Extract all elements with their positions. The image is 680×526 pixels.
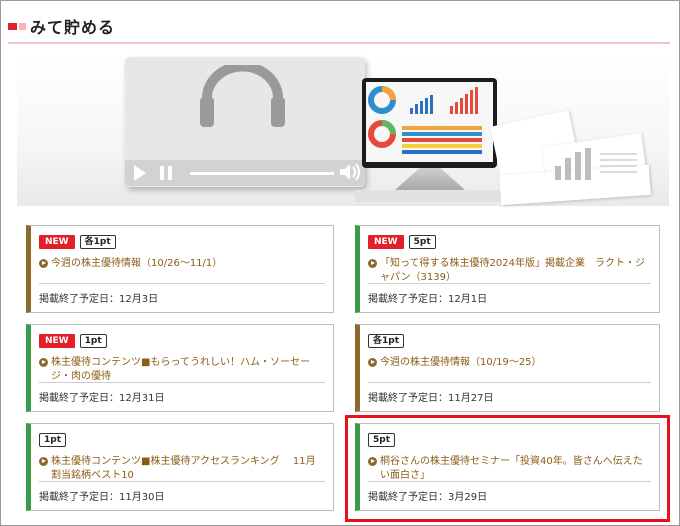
- points-badge: 5pt: [408, 235, 436, 249]
- arrow-right-circle-icon: [39, 358, 48, 367]
- arrow-right-circle-icon: [368, 358, 377, 367]
- card-title-text[interactable]: 株主優待コンテンツ■もらってうれしい！ハム・ソーセージ・肉の優待: [51, 357, 310, 382]
- pause-icon: [160, 166, 172, 180]
- section-header: みて貯める: [0, 0, 680, 50]
- card-title-link[interactable]: 「知って得する株主優待2024年版」掲載企業 ラクト・ジャパン（3139）: [368, 257, 649, 285]
- points-badge: 1pt: [79, 334, 107, 348]
- card-badges: 1pt: [39, 433, 67, 447]
- arrow-right-circle-icon: [39, 259, 48, 268]
- arrow-right-circle-icon: [39, 457, 48, 466]
- seek-bar: [190, 172, 334, 175]
- arrow-right-circle-icon: [368, 259, 377, 268]
- points-badge: 各1pt: [368, 334, 405, 348]
- content-card[interactable]: 各1pt 今週の株主優待情報（10/19～25） 掲載終了予定日：11月27日: [355, 324, 660, 412]
- card-title-link[interactable]: 今週の株主優待情報（10/19～25）: [368, 356, 649, 370]
- content-card[interactable]: NEW 1pt 株主優待コンテンツ■もらってうれしい！ハム・ソーセージ・肉の優待…: [26, 324, 334, 412]
- card-badges: NEW 5pt: [368, 235, 436, 249]
- highlight-box: [345, 415, 670, 522]
- card-title-link[interactable]: 株主優待コンテンツ■もらってうれしい！ハム・ソーセージ・肉の優待: [39, 356, 323, 384]
- card-title-text[interactable]: 今週の株主優待情報（10/19～25）: [380, 357, 542, 368]
- paper-chart-graphic: [555, 148, 637, 180]
- card-divider: [39, 481, 325, 482]
- card-divider: [39, 283, 325, 284]
- card-title-text[interactable]: 株主優待コンテンツ■株主優待アクセスランキング 11月割当銘柄ベスト10: [51, 456, 316, 481]
- section-header-mark: [8, 23, 26, 30]
- new-badge: NEW: [39, 334, 75, 348]
- card-divider: [39, 382, 325, 383]
- new-badge: NEW: [39, 235, 75, 249]
- card-deadline: 掲載終了予定日：11月27日: [368, 393, 494, 404]
- card-title-link[interactable]: 株主優待コンテンツ■株主優待アクセスランキング 11月割当銘柄ベスト10: [39, 455, 323, 483]
- new-badge: NEW: [368, 235, 404, 249]
- card-badges: NEW 1pt: [39, 334, 107, 348]
- card-deadline: 掲載終了予定日：12月3日: [39, 294, 159, 305]
- play-icon: [134, 165, 146, 181]
- card-deadline: 掲載終了予定日：12月31日: [39, 393, 165, 404]
- keyboard-illustration: [355, 190, 500, 202]
- card-divider: [368, 382, 651, 383]
- header-divider: [8, 42, 670, 44]
- volume-icon: [340, 163, 360, 181]
- card-deadline: 掲載終了予定日：11月30日: [39, 492, 165, 503]
- card-divider: [368, 283, 651, 284]
- card-title-text[interactable]: 今週の株主優待情報（10/26～11/1）: [51, 258, 222, 269]
- content-card[interactable]: 1pt 株主優待コンテンツ■株主優待アクセスランキング 11月割当銘柄ベスト10…: [26, 423, 334, 511]
- content-card[interactable]: NEW 各1pt 今週の株主優待情報（10/26～11/1） 掲載終了予定日：1…: [26, 225, 334, 313]
- section-title: みて貯める: [30, 18, 116, 37]
- points-badge: 1pt: [39, 433, 67, 447]
- content-card[interactable]: NEW 5pt 「知って得する株主優待2024年版」掲載企業 ラクト・ジャパン（…: [355, 225, 660, 313]
- card-deadline: 掲載終了予定日：12月1日: [368, 294, 488, 305]
- headphones-icon: [200, 65, 285, 127]
- card-badges: 各1pt: [368, 334, 405, 348]
- points-badge: 各1pt: [79, 235, 116, 249]
- card-badges: NEW 各1pt: [39, 235, 116, 249]
- card-title-link[interactable]: 今週の株主優待情報（10/26～11/1）: [39, 257, 323, 271]
- dashboard-graphic: [368, 86, 482, 154]
- card-title-text[interactable]: 「知って得する株主優待2024年版」掲載企業 ラクト・ジャパン（3139）: [380, 258, 645, 283]
